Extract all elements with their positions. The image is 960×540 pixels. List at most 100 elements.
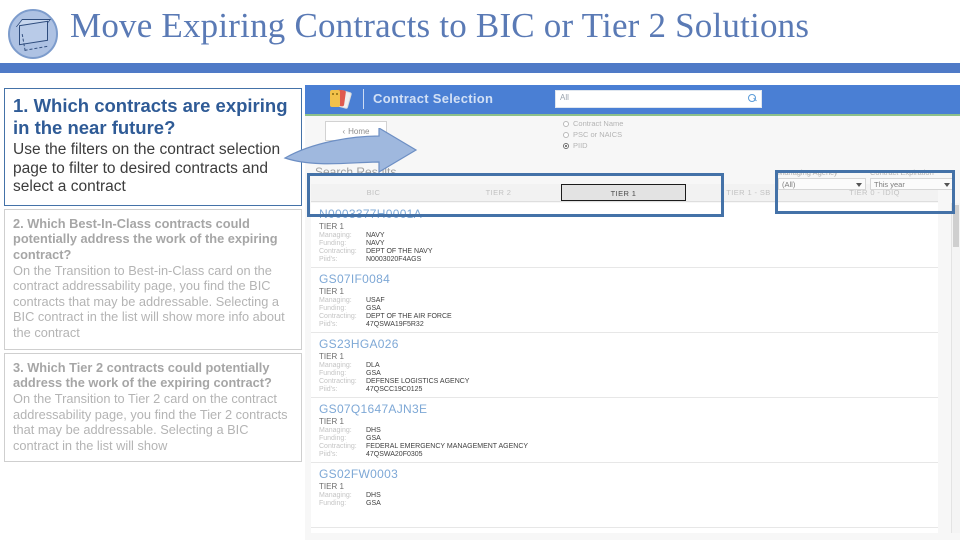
contract-id: N0003377H0001A: [319, 207, 422, 221]
field-label-funding: Funding:: [319, 370, 347, 377]
app-topbar: Contract Selection All: [305, 85, 960, 116]
field-value-funding: GSA: [366, 435, 381, 442]
step-answer: On the Transition to Tier 2 card on the …: [13, 390, 288, 453]
field-label-managing: Managing:: [319, 492, 352, 499]
contract-tier: TIER 1: [319, 417, 344, 426]
contract-id: GS07Q1647AJN3E: [319, 402, 428, 416]
field-value-contracting: DEFENSE LOGISTICS AGENCY: [366, 378, 470, 385]
chevron-down-icon: [944, 183, 950, 187]
field-value-funding: GSA: [366, 305, 381, 312]
field-value-managing: USAF: [366, 297, 385, 304]
contract-tier: TIER 1: [319, 222, 344, 231]
radio-label: PIID: [573, 141, 588, 150]
field-label-contracting: Contracting:: [319, 313, 357, 320]
field-label-contracting: Contracting:: [319, 248, 357, 255]
search-icon[interactable]: [748, 94, 757, 103]
search-mode-radio-group[interactable]: Contract Name PSC or NAICS PIID: [563, 118, 623, 151]
slide-header: Move Expiring Contracts to BIC or Tier 2…: [0, 0, 960, 73]
contract-id: GS07IF0084: [319, 272, 391, 286]
filter-managing-agency[interactable]: Managing Agency (All): [778, 168, 866, 190]
filter-label: Managing Agency: [778, 168, 838, 177]
field-value-piids: 47QSWA19F5R32: [366, 321, 424, 328]
field-label-managing: Managing:: [319, 427, 352, 434]
field-label-managing: Managing:: [319, 232, 352, 239]
field-label-funding: Funding:: [319, 500, 347, 507]
topbar-divider: [363, 89, 364, 109]
list-item[interactable]: N0003377H0001A TIER 1 Managing: NAVY Fund…: [311, 203, 938, 268]
field-value-managing: NAVY: [366, 232, 385, 239]
search-value: All: [560, 93, 569, 102]
tab-tier-1[interactable]: TIER 1: [561, 184, 686, 201]
steps-panel: 1. Which contracts are expiring in the n…: [4, 88, 302, 465]
search-results-list[interactable]: N0003377H0001A TIER 1 Managing: NAVY Fund…: [311, 203, 938, 533]
results-scrollbar[interactable]: [951, 203, 960, 533]
radio-contract-name[interactable]: Contract Name: [563, 118, 623, 129]
step-question: 2. Which Best-In-Class contracts could p…: [13, 216, 278, 262]
managing-agency-select[interactable]: (All): [778, 178, 866, 190]
header-rule: [0, 63, 960, 73]
radio-label: Contract Name: [573, 119, 624, 128]
contract-expiration-select[interactable]: This year: [870, 178, 954, 190]
card-stack-icon: [329, 89, 353, 110]
field-label-piids: Piid's:: [319, 321, 338, 328]
radio-dot-selected-icon: [563, 142, 569, 149]
step-question: 3. Which Tier 2 contracts could potentia…: [13, 359, 272, 390]
field-value-funding: GSA: [366, 370, 381, 377]
step-card-2[interactable]: 2. Which Best-In-Class contracts could p…: [4, 209, 302, 350]
filter-label: Contract Expiration: [870, 168, 934, 177]
field-label-contracting: Contracting:: [319, 443, 357, 450]
field-label-funding: Funding:: [319, 435, 347, 442]
field-value-managing: DLA: [366, 362, 380, 369]
tab-tier-2[interactable]: TIER 2: [436, 184, 561, 201]
filter-bar: Managing Agency (All) Contract Expiratio…: [778, 168, 954, 200]
radio-label: PSC or NAICS: [573, 130, 623, 139]
contract-id: GS23HGA026: [319, 337, 399, 351]
field-value-contracting: FEDERAL EMERGENCY MANAGEMENT AGENCY: [366, 443, 529, 450]
step-answer: On the Transition to Best-in-Class card …: [13, 262, 285, 341]
step-answer: Use the filters on the contract selectio…: [13, 140, 281, 196]
radio-dot-icon: [563, 120, 569, 127]
field-value-managing: DHS: [366, 427, 381, 434]
chevron-down-icon: [856, 183, 862, 187]
list-item[interactable]: GS07Q1647AJN3E TIER 1 Managing: DHS Fundi…: [311, 398, 938, 463]
field-value-contracting: DEPT OF THE AIR FORCE: [366, 313, 452, 320]
pointer-arrow-icon: [283, 128, 418, 174]
field-value-managing: DHS: [366, 492, 381, 499]
radio-psc-naics[interactable]: PSC or NAICS: [563, 129, 623, 140]
contract-tier: TIER 1: [319, 482, 344, 491]
field-value-piids: 47QSCC19C0125: [366, 386, 423, 393]
contract-expiration-value: This year: [874, 180, 905, 189]
tab-bic[interactable]: BIC: [311, 184, 436, 201]
search-input[interactable]: All: [555, 90, 762, 108]
page-title: Move Expiring Contracts to BIC or Tier 2…: [70, 6, 810, 45]
field-label-funding: Funding:: [319, 240, 347, 247]
field-label-managing: Managing:: [319, 297, 352, 304]
field-value-piids: 47QSWA20F0305: [366, 451, 423, 458]
field-label-piids: Piid's:: [319, 256, 338, 263]
field-label-piids: Piid's:: [319, 451, 338, 458]
list-item[interactable]: GS23HGA026 TIER 1 Managing: DLA Funding: G…: [311, 333, 938, 398]
list-item[interactable]: GS02FW0003 TIER 1 Managing: DHS Funding: G…: [311, 463, 938, 528]
step-question: 1. Which contracts are expiring in the n…: [13, 95, 288, 138]
scrollbar-thumb[interactable]: [953, 205, 959, 247]
field-value-contracting: DEPT OF THE NAVY: [366, 248, 433, 255]
field-label-managing: Managing:: [319, 362, 352, 369]
field-label-contracting: Contracting:: [319, 378, 357, 385]
app-title: Contract Selection: [373, 91, 494, 106]
field-value-funding: NAVY: [366, 240, 385, 247]
field-value-piids: N0003020F4AGS: [366, 256, 422, 263]
filter-contract-expiration[interactable]: Contract Expiration This year: [870, 168, 954, 190]
field-label-funding: Funding:: [319, 305, 347, 312]
box-move-icon: [8, 9, 58, 59]
list-item[interactable]: GS07IF0084 TIER 1 Managing: USAF Funding:…: [311, 268, 938, 333]
step-card-3[interactable]: 3. Which Tier 2 contracts could potentia…: [4, 352, 302, 463]
radio-piid[interactable]: PIID: [563, 140, 623, 151]
contract-tier: TIER 1: [319, 287, 344, 296]
radio-dot-icon: [563, 131, 569, 138]
step-card-1[interactable]: 1. Which contracts are expiring in the n…: [4, 88, 302, 207]
contract-id: GS02FW0003: [319, 467, 399, 481]
managing-agency-value: (All): [782, 180, 796, 189]
contract-tier: TIER 1: [319, 352, 344, 361]
field-label-piids: Piid's:: [319, 386, 338, 393]
field-value-funding: GSA: [366, 500, 381, 507]
